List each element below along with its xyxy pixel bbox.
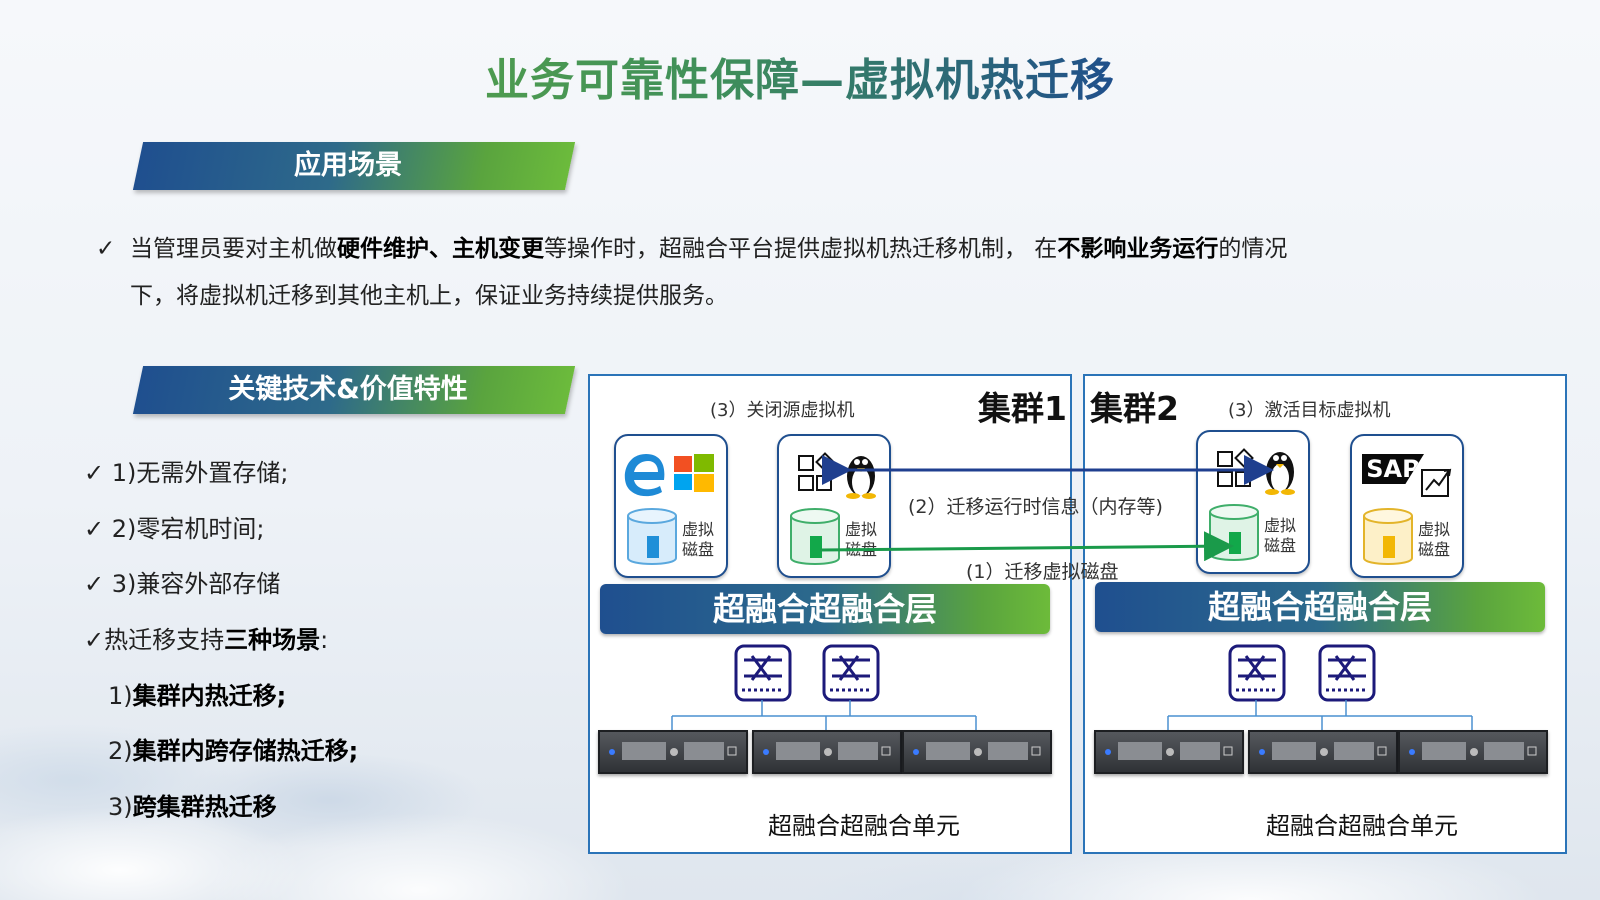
chart-growth-icon [1421, 468, 1452, 497]
scenario-text: 集群内热迁移; [132, 682, 287, 710]
hci-layer-bar-1: 超融合超融合层 [600, 584, 1050, 634]
para-bold-1: 硬件维护、主机变更 [337, 236, 544, 262]
vm-card-sap: SAP 虚拟磁盘 [1350, 434, 1464, 578]
feature-support: ✓热迁移支持三种场景: [84, 620, 328, 655]
vm-card-linux-source: 虚拟磁盘 [777, 434, 891, 578]
server-unit [902, 730, 1052, 774]
hci-unit-label-1: 超融合超融合单元 [768, 812, 960, 840]
para-text-2: 等操作时，超融合平台提供虚拟机热迁移机制， 在 [544, 236, 1058, 262]
feature-support-suffix: : [320, 626, 329, 654]
server-icon [913, 742, 1041, 760]
server-unit [752, 730, 902, 774]
para-bold-2: 不影响业务运行 [1057, 236, 1219, 262]
hci-unit-label-2: 超融合超融合单元 [1266, 812, 1458, 840]
section-banner-features-label: 关键技术&价值特性 [228, 374, 468, 405]
feature-support-bold: 三种场景 [224, 626, 321, 654]
scenario-text: 跨集群热迁移 [132, 793, 277, 821]
server-unit [598, 730, 748, 774]
server-icon [609, 742, 737, 760]
server-icon [763, 742, 891, 760]
scenario-num: 3) [108, 793, 133, 821]
scenario-item: 1)集群内热迁移; [108, 676, 286, 711]
feature-support-prefix: ✓热迁移支持 [84, 626, 225, 654]
server-icon [1409, 742, 1537, 760]
feature-item: ✓ 1)无需外置存储; [84, 459, 289, 487]
feature-item: ✓ 2)零宕机时间; [84, 515, 265, 543]
server-unit [1248, 730, 1398, 774]
hci-layer-bar-2: 超融合超融合层 [1095, 582, 1545, 632]
page-title: 业务可靠性保障—虚拟机热迁移 [0, 44, 1600, 108]
disk-label: 虚拟磁盘 [1418, 520, 1451, 559]
step2-label: (2）迁移运行时信息（内存等) [908, 496, 1163, 518]
step3-source-label: (3）关闭源虚拟机 [710, 400, 855, 421]
scenario-paragraph: ✓ 当管理员要对主机做硬件维护、主机变更等操作时，超融合平台提供虚拟机热迁移机制… [96, 226, 1496, 320]
server-unit [1398, 730, 1548, 774]
disk-label: 虚拟磁盘 [682, 520, 715, 559]
cluster1-title: 集群1 [978, 389, 1067, 428]
scenario-num: 1) [108, 682, 133, 710]
server-unit [1094, 730, 1244, 774]
disk-label: 虚拟磁盘 [1264, 516, 1297, 555]
server-icon [1105, 742, 1233, 760]
para-text-1: 当管理员要对主机做 [130, 236, 337, 262]
vm-card-linux-target: 虚拟磁盘 [1196, 430, 1310, 574]
disk-green-icon [790, 508, 840, 565]
apps-linux-icon [798, 452, 876, 499]
feature-item: ✓ 3)兼容外部存储 [84, 570, 281, 598]
vm-card-windows: 虚拟磁盘 [614, 434, 728, 578]
scenario-item: 3)跨集群热迁移 [108, 787, 277, 822]
step3-target-label: (3）激活目标虚拟机 [1228, 400, 1391, 421]
scenario-text: 集群内跨存储热迁移; [132, 737, 359, 765]
step1-label: (1）迁移虚拟磁盘 [966, 561, 1119, 583]
server-icon [1259, 742, 1387, 760]
disk-label: 虚拟磁盘 [845, 520, 878, 559]
check-icon: ✓ [96, 236, 116, 262]
disk-yellow-icon [1363, 508, 1413, 565]
cluster2-title: 集群2 [1090, 389, 1179, 428]
apps-linux-icon [1217, 448, 1295, 495]
para-text-4: 下，将虚拟机迁移到其他主机上，保证业务持续提供服务。 [130, 283, 728, 309]
disk-green-icon [1209, 504, 1259, 561]
sap-logo: SAP [1362, 454, 1424, 484]
scenario-item: 2)集群内跨存储热迁移; [108, 731, 358, 766]
para-text-3: 的情况 [1218, 236, 1288, 262]
section-banner-scenario-label: 应用场景 [294, 150, 402, 181]
disk-blue-icon [627, 508, 677, 565]
scenario-num: 2) [108, 737, 133, 765]
